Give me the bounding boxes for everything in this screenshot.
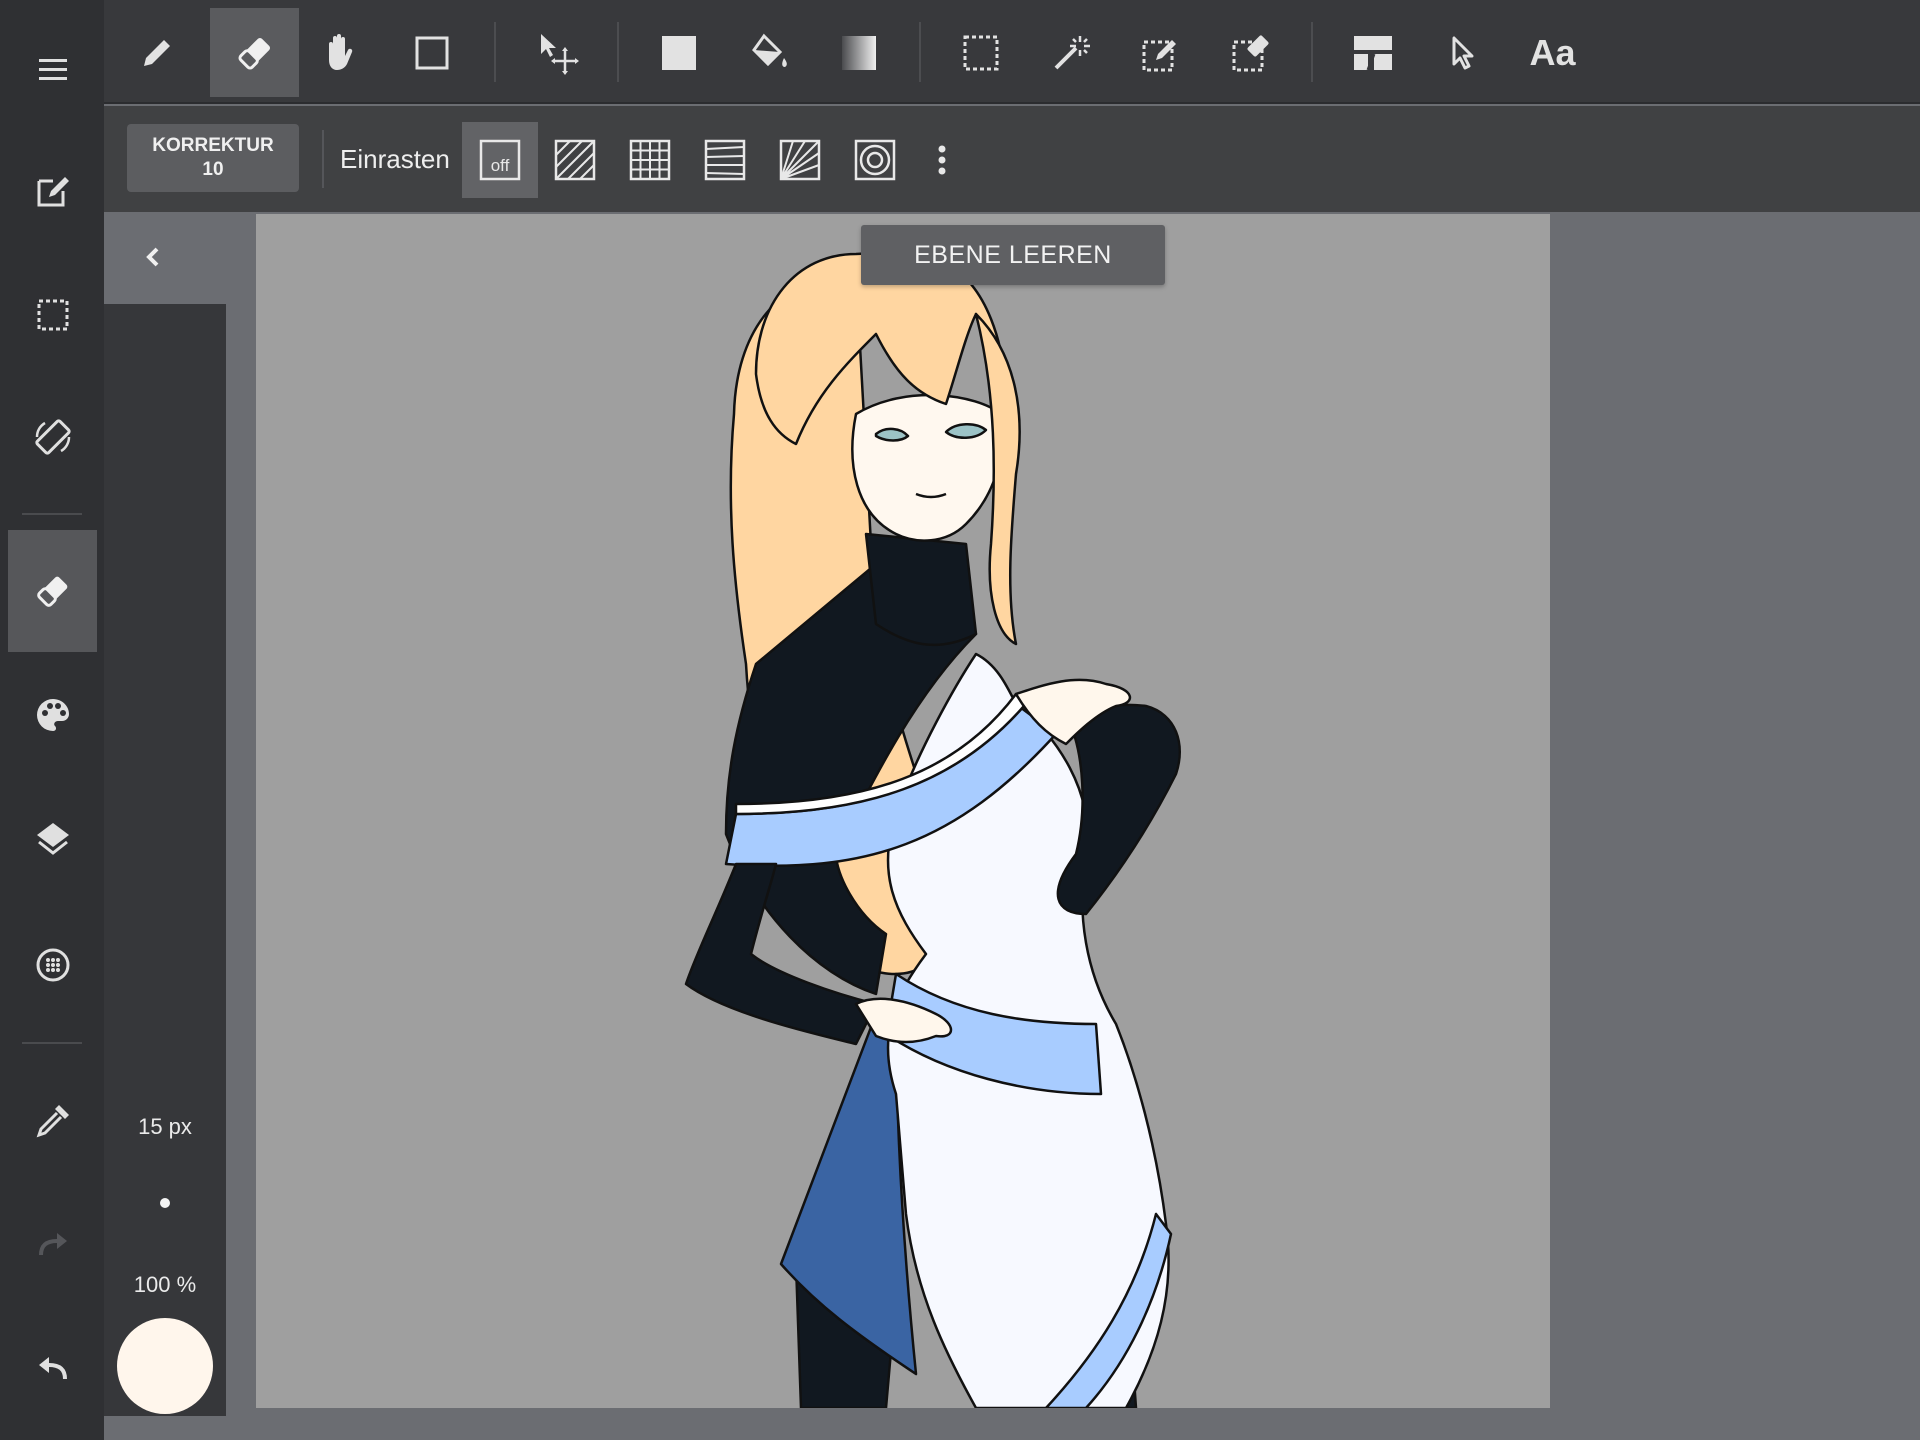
snap-parallel-icon xyxy=(554,139,596,181)
magic-wand-icon xyxy=(1054,35,1090,69)
pen-icon xyxy=(143,39,170,66)
snap-perspective-lines-icon xyxy=(704,139,746,181)
drawing-canvas[interactable] xyxy=(256,214,1550,1408)
snap-grid-button[interactable] xyxy=(612,122,688,198)
eraser-tool[interactable] xyxy=(210,8,299,97)
layers-button[interactable] xyxy=(8,778,97,900)
eraser-button[interactable] xyxy=(8,530,97,652)
materials-icon xyxy=(36,948,69,982)
palette-button[interactable] xyxy=(8,654,97,776)
select-rect-tool[interactable] xyxy=(936,8,1025,97)
sidebar-divider xyxy=(22,1042,82,1044)
select-eraser-icon xyxy=(1232,35,1268,71)
menu-icon xyxy=(38,59,67,80)
brush-size-preview xyxy=(160,1198,170,1208)
fill-rect-tool[interactable] xyxy=(634,8,723,97)
menu-button[interactable] xyxy=(8,8,97,130)
eyedropper-button[interactable] xyxy=(8,1060,97,1182)
snap-circle-icon xyxy=(854,139,896,181)
move-icon xyxy=(540,33,579,75)
hand-icon xyxy=(328,33,352,70)
eye-left xyxy=(874,427,910,442)
fill-rect-icon xyxy=(661,35,696,70)
redo-icon xyxy=(38,1233,67,1256)
layers-icon xyxy=(36,823,69,855)
snap-radial-button[interactable] xyxy=(762,122,838,198)
toolbar-separator xyxy=(494,22,496,82)
brush-opacity-label[interactable]: 100 % xyxy=(104,1272,226,1298)
gradient-icon xyxy=(841,35,876,70)
frame-divider-tool[interactable] xyxy=(1328,8,1417,97)
correction-button[interactable]: KORREKTUR 10 xyxy=(127,124,299,192)
undo-button[interactable] xyxy=(8,1308,97,1430)
redo-button[interactable] xyxy=(8,1184,97,1306)
rotate-screen-button[interactable] xyxy=(8,376,97,498)
pen-tool[interactable] xyxy=(112,8,201,97)
rectangle-tool[interactable] xyxy=(387,8,476,97)
bucket-icon xyxy=(751,33,787,67)
magic-wand-tool[interactable] xyxy=(1026,8,1115,97)
sidebar-divider xyxy=(22,513,82,515)
snap-off-label: off xyxy=(491,156,510,175)
face xyxy=(851,393,1004,542)
materials-button[interactable] xyxy=(8,904,97,1026)
brush-size-label[interactable]: 15 px xyxy=(104,1114,226,1140)
toolbar-separator xyxy=(1311,22,1313,82)
turtleneck xyxy=(864,532,978,647)
snap-parallel-button[interactable] xyxy=(537,122,613,198)
edit-canvas-button[interactable] xyxy=(8,130,97,252)
toolbar-separator xyxy=(617,22,619,82)
palette-icon xyxy=(36,699,69,731)
top-toolbar: Aa xyxy=(104,0,1920,104)
gradient-tool[interactable] xyxy=(814,8,903,97)
toolbar-separator xyxy=(919,22,921,82)
snap-off-button[interactable]: off xyxy=(462,122,538,198)
eye-right xyxy=(944,423,988,439)
artwork xyxy=(684,252,1181,1408)
current-color-swatch[interactable] xyxy=(117,1318,213,1414)
left-sidebar xyxy=(0,0,104,1440)
selection-icon xyxy=(37,299,68,331)
cursor-icon xyxy=(1452,36,1473,69)
canvas-bottom-margin xyxy=(104,1416,1920,1440)
rectangle-icon xyxy=(415,36,448,69)
correction-value: 10 xyxy=(202,159,224,180)
bucket-tool[interactable] xyxy=(724,8,813,97)
correction-label: KORREKTUR xyxy=(152,135,274,156)
snap-off-icon: off xyxy=(479,139,521,181)
snap-radial-icon xyxy=(779,139,821,181)
toolbar-separator xyxy=(322,130,324,188)
select-pen-tool[interactable] xyxy=(1116,8,1205,97)
snap-perspective-lines-button[interactable] xyxy=(687,122,763,198)
clear-layer-button[interactable]: EBENE LEEREN xyxy=(861,225,1165,285)
selection-button[interactable] xyxy=(8,254,97,376)
undo-icon xyxy=(38,1357,67,1380)
hand-tool[interactable] xyxy=(295,8,384,97)
snap-grid-icon xyxy=(629,139,671,181)
text-tool[interactable]: Aa xyxy=(1508,8,1597,97)
eyedropper-icon xyxy=(36,1105,69,1138)
cursor-tool[interactable] xyxy=(1418,8,1507,97)
more-options-button[interactable] xyxy=(912,122,972,198)
rotate-screen-icon xyxy=(34,419,71,455)
eraser-icon xyxy=(36,576,67,607)
snap-circle-button[interactable] xyxy=(837,122,913,198)
edit-canvas-icon xyxy=(37,177,69,207)
snap-label: Einrasten xyxy=(340,144,450,174)
brush-panel-header xyxy=(104,212,256,304)
more-vert-icon xyxy=(938,145,946,175)
brush-panel: 15 px 100 % xyxy=(104,304,226,1416)
move-tool[interactable] xyxy=(513,8,602,97)
chevron-left-icon[interactable] xyxy=(138,242,168,272)
frame-divider-icon xyxy=(1353,35,1392,71)
select-rect-icon xyxy=(963,35,998,70)
tool-options-bar: KORREKTUR 10 Einrasten off xyxy=(104,106,1920,212)
select-pen-icon xyxy=(1142,39,1176,71)
select-eraser-tool[interactable] xyxy=(1206,8,1295,97)
eraser-icon xyxy=(237,37,270,70)
